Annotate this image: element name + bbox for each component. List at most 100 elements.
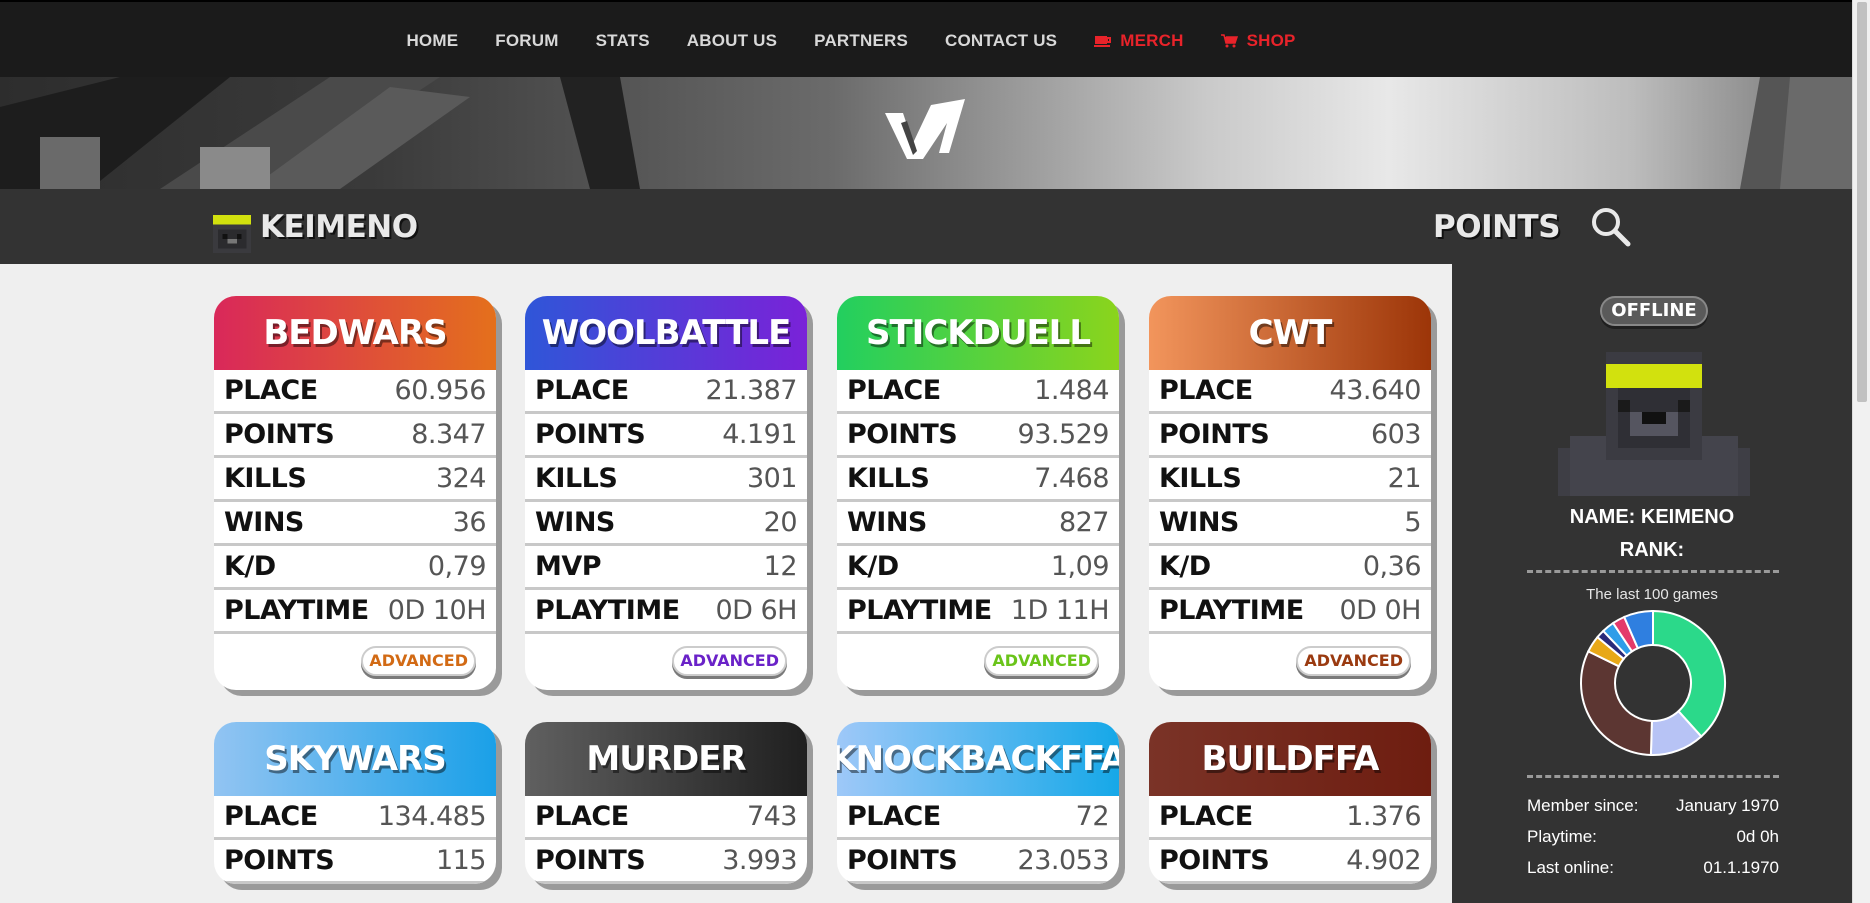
stat-value: 0D 0H bbox=[1339, 595, 1421, 626]
stat-value: 827 bbox=[1058, 507, 1110, 538]
card-title: MURDER bbox=[525, 722, 807, 796]
profile-name: NAME: KEIMENO bbox=[1569, 506, 1735, 528]
stat-value: 0,36 bbox=[1362, 551, 1422, 582]
stat-row: WINS 36 bbox=[214, 502, 496, 546]
stat-value: 72 bbox=[1075, 801, 1110, 832]
advanced-button[interactable]: ADVANCED bbox=[1296, 646, 1411, 676]
info-label: Member since: bbox=[1527, 796, 1639, 815]
scrollbar-thumb[interactable] bbox=[1857, 2, 1867, 402]
card-title: WOOLBATTLE bbox=[525, 296, 807, 370]
stats-card-bedwars: BEDWARS PLACE 60.956 POINTS 8.347 KILLS 324 WIN… bbox=[214, 296, 496, 690]
advanced-button[interactable]: ADVANCED bbox=[361, 646, 476, 676]
last-games-title: The last 100 games bbox=[1586, 586, 1718, 603]
stat-label: PLACE bbox=[535, 801, 629, 832]
header-banner bbox=[0, 77, 1852, 189]
stat-row: POINTS 4.191 bbox=[525, 414, 807, 458]
stat-label: K/D bbox=[224, 551, 276, 582]
stat-value: 12 bbox=[763, 551, 798, 582]
stat-row: PLACE 72 bbox=[837, 796, 1119, 840]
stat-value: 23.053 bbox=[1017, 845, 1110, 876]
info-row: Last online: 01.1.1970 bbox=[1527, 858, 1779, 878]
card-footer: ADVANCED bbox=[1149, 634, 1431, 690]
stat-value: 1D 11H bbox=[1010, 595, 1110, 626]
donut-slice-0 bbox=[1652, 609, 1726, 738]
stat-row: POINTS 603 bbox=[1149, 414, 1431, 458]
card-footer: ADVANCED bbox=[214, 634, 496, 690]
divider bbox=[1527, 775, 1779, 778]
stat-label: PLAYTIME bbox=[1159, 595, 1304, 626]
nav-home[interactable]: HOME bbox=[406, 31, 458, 51]
stat-label: PLACE bbox=[1159, 801, 1253, 832]
advanced-button[interactable]: ADVANCED bbox=[672, 646, 787, 676]
nav-contact-us[interactable]: CONTACT US bbox=[945, 31, 1057, 51]
player-name: KEIMENO bbox=[260, 209, 418, 245]
stat-label: MVP bbox=[535, 551, 602, 582]
status-badge: OFFLINE bbox=[1600, 296, 1708, 326]
banner-background-art bbox=[0, 77, 640, 189]
card-title: SKYWARS bbox=[214, 722, 496, 796]
nav-links: HOME FORUM STATS ABOUT US PARTNERS CONTACT US… bbox=[0, 2, 1852, 79]
info-row: Playtime: 0d 0h bbox=[1527, 827, 1779, 847]
stat-row: POINTS 93.529 bbox=[837, 414, 1119, 458]
info-value: January 1970 bbox=[1675, 796, 1779, 815]
player-skin-avatar bbox=[1558, 352, 1750, 496]
player-header-bar: KEIMENO POINTS bbox=[0, 189, 1852, 264]
stat-label: PLAYTIME bbox=[535, 595, 680, 626]
stat-label: POINTS bbox=[535, 845, 646, 876]
stat-label: WINS bbox=[847, 507, 927, 538]
stat-label: PLACE bbox=[535, 375, 629, 406]
stat-label: PLAYTIME bbox=[847, 595, 992, 626]
stat-label: POINTS bbox=[535, 419, 646, 450]
nav-partners[interactable]: PARTNERS bbox=[814, 31, 908, 51]
stat-row: KILLS 301 bbox=[525, 458, 807, 502]
stat-label: POINTS bbox=[1159, 419, 1270, 450]
stat-row: POINTS 23.053 bbox=[837, 840, 1119, 884]
stat-value: 4.191 bbox=[722, 419, 797, 450]
stat-row: K/D 0,36 bbox=[1149, 546, 1431, 590]
stat-value: 0,79 bbox=[427, 551, 487, 582]
stats-card-buildffa: BUILDFFA PLACE 1.376 POINTS 4.902 bbox=[1149, 722, 1431, 884]
info-label: Last online: bbox=[1527, 858, 1614, 877]
nav-about-us[interactable]: ABOUT US bbox=[687, 31, 777, 51]
stat-label: PLACE bbox=[224, 375, 318, 406]
stat-value: 8.347 bbox=[411, 419, 486, 450]
nav-stats[interactable]: STATS bbox=[596, 31, 650, 51]
nav-merch[interactable]: MERCH bbox=[1094, 31, 1183, 51]
page-scrollbar[interactable] bbox=[1852, 0, 1870, 903]
nav-label: MERCH bbox=[1120, 30, 1184, 50]
nav-forum[interactable]: FORUM bbox=[495, 31, 558, 51]
points-link[interactable]: POINTS bbox=[1433, 209, 1561, 245]
divider bbox=[1527, 570, 1779, 573]
stat-value: 324 bbox=[435, 463, 487, 494]
stat-label: WINS bbox=[224, 507, 304, 538]
stat-value: 0D 10H bbox=[387, 595, 487, 626]
stat-value: 603 bbox=[1370, 419, 1422, 450]
top-navigation: HOME FORUM STATS ABOUT US PARTNERS CONTACT US… bbox=[0, 0, 1852, 77]
stat-value: 134.485 bbox=[377, 801, 487, 832]
stat-value: 3.993 bbox=[722, 845, 797, 876]
stat-value: 4.902 bbox=[1346, 845, 1421, 876]
stats-card-stickduell: STICKDUELL PLACE 1.484 POINTS 93.529 KILLS 7.4… bbox=[837, 296, 1119, 690]
stat-label: POINTS bbox=[847, 845, 958, 876]
stat-value: 5 bbox=[1404, 507, 1421, 538]
stat-value: 21.387 bbox=[705, 375, 798, 406]
stat-row: PLACE 1.484 bbox=[837, 370, 1119, 414]
stat-label: PLACE bbox=[847, 801, 941, 832]
stat-row: PLACE 60.956 bbox=[214, 370, 496, 414]
stat-row: PLAYTIME 0D 10H bbox=[214, 590, 496, 634]
stat-value: 1.376 bbox=[1346, 801, 1421, 832]
search-icon[interactable] bbox=[1590, 206, 1632, 248]
card-title: CWT bbox=[1149, 296, 1431, 370]
stat-label: PLACE bbox=[847, 375, 941, 406]
advanced-button[interactable]: ADVANCED bbox=[984, 646, 1099, 676]
stat-label: WINS bbox=[1159, 507, 1239, 538]
last-games-donut-chart bbox=[1580, 609, 1726, 756]
stat-label: K/D bbox=[1159, 551, 1211, 582]
stat-row: POINTS 115 bbox=[214, 840, 496, 884]
stats-card-murder: MURDER PLACE 743 POINTS 3.993 bbox=[525, 722, 807, 884]
stat-row: WINS 20 bbox=[525, 502, 807, 546]
stats-card-skywars: SKYWARS PLACE 134.485 POINTS 115 bbox=[214, 722, 496, 884]
info-row: Member since: January 1970 bbox=[1527, 796, 1779, 816]
nav-shop[interactable]: SHOP bbox=[1220, 30, 1296, 51]
nav-label: SHOP bbox=[1246, 30, 1296, 50]
